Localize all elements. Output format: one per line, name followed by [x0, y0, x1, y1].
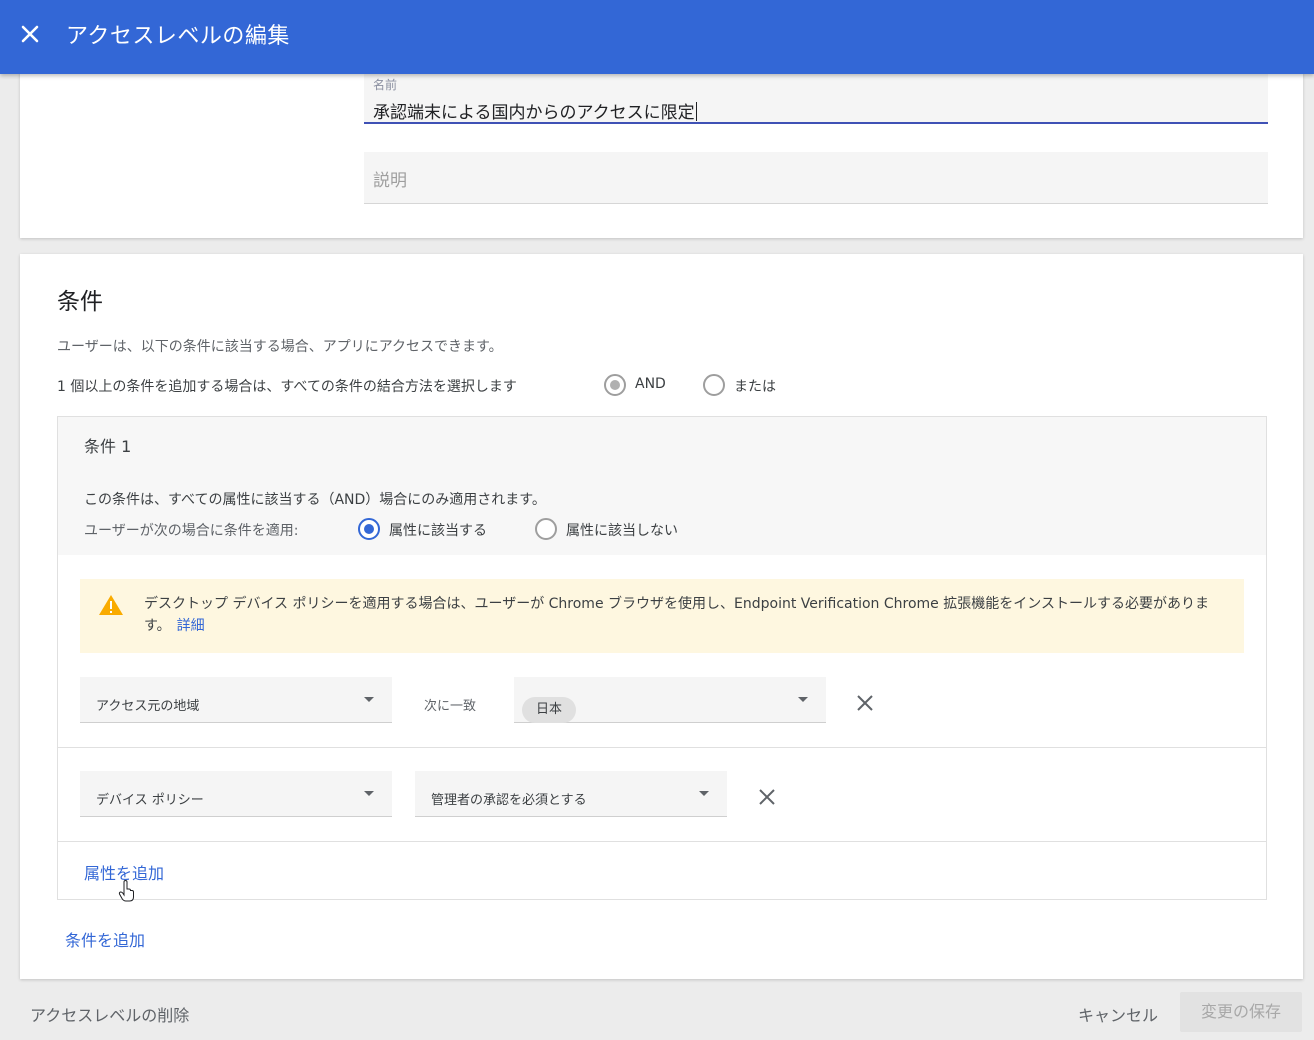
save-button[interactable]: 変更の保存 — [1180, 992, 1302, 1032]
add-condition-link[interactable]: 条件を追加 — [65, 927, 145, 951]
value-select-country[interactable]: 日本 — [514, 677, 826, 723]
warning-icon — [98, 593, 124, 617]
radio-not-match-label[interactable]: 属性に該当しない — [566, 520, 678, 540]
dropdown-arrow-icon — [798, 697, 808, 702]
name-field-value[interactable]: 承認端末による国内からのアクセスに限定 — [373, 98, 697, 123]
text-cursor — [695, 102, 697, 121]
attribute-select-device-policy[interactable]: デバイス ポリシー — [80, 771, 392, 817]
details-card: 名前 承認端末による国内からのアクセスに限定 説明 — [20, 60, 1303, 238]
remove-attribute-icon[interactable] — [755, 785, 779, 809]
divider — [58, 841, 1266, 842]
radio-dot — [610, 380, 620, 390]
details-link[interactable]: 詳細 — [177, 618, 205, 634]
warning-text: デスクトップ デバイス ポリシーを適用する場合は、ユーザーが Chrome ブラ… — [144, 596, 1209, 634]
divider — [58, 747, 1266, 748]
name-field-label: 名前 — [373, 78, 398, 92]
condition-1-box: 条件 1 この条件は、すべての属性に該当する（AND）場合にのみ適用されます。 … — [57, 416, 1267, 902]
cancel-button[interactable]: キャンセル — [1078, 1002, 1158, 1026]
attribute-select-value: デバイス ポリシー — [96, 793, 204, 808]
value-chip[interactable]: 日本 — [522, 697, 577, 723]
radio-not-match[interactable] — [535, 518, 557, 540]
radio-and-label[interactable]: AND — [635, 376, 666, 392]
delete-access-level-button[interactable]: アクセスレベルの削除 — [30, 1002, 189, 1026]
radio-match[interactable] — [358, 518, 380, 540]
close-icon[interactable] — [14, 18, 46, 50]
condition-1-title: 条件 1 — [84, 437, 132, 456]
radio-dot — [364, 524, 374, 534]
name-field[interactable]: 名前 承認端末による国内からのアクセスに限定 — [364, 72, 1268, 124]
conditions-intro: ユーザーは、以下の条件に該当する場合、アプリにアクセスできます。 — [57, 339, 503, 355]
condition-1-description: この条件は、すべての属性に該当する（AND）場合にのみ適用されます。 — [84, 492, 546, 508]
dropdown-arrow-icon — [699, 791, 709, 796]
page-title: アクセスレベルの編集 — [66, 24, 290, 49]
conditions-card: 条件 ユーザーは、以下の条件に該当する場合、アプリにアクセスできます。 1 個以… — [20, 254, 1303, 979]
warning-banner: デスクトップ デバイス ポリシーを適用する場合は、ユーザーが Chrome ブラ… — [80, 579, 1244, 653]
condition-1-header: 条件 1 この条件は、すべての属性に該当する（AND）場合にのみ適用されます。 … — [58, 417, 1266, 555]
attribute-select-region[interactable]: アクセス元の地域 — [80, 677, 392, 723]
dropdown-arrow-icon — [364, 791, 374, 796]
app-bar: アクセスレベルの編集 — [0, 0, 1314, 74]
radio-or-label[interactable]: または — [734, 376, 776, 396]
remove-attribute-icon[interactable] — [853, 691, 877, 715]
operator-label: 次に一致 — [424, 699, 477, 714]
description-placeholder: 説明 — [373, 171, 407, 191]
conditions-title: 条件 — [57, 289, 103, 315]
description-field[interactable]: 説明 — [364, 152, 1268, 204]
value-select-device-policy[interactable]: 管理者の承認を必須とする — [415, 771, 727, 817]
radio-match-label[interactable]: 属性に該当する — [389, 520, 487, 540]
attribute-select-value: アクセス元の地域 — [96, 699, 200, 714]
combine-prompt: 1 個以上の条件を追加する場合は、すべての条件の結合方法を選択します — [57, 379, 517, 395]
radio-and[interactable] — [604, 374, 626, 396]
value-select-text: 管理者の承認を必須とする — [431, 793, 587, 808]
dropdown-arrow-icon — [364, 697, 374, 702]
hand-pointer-icon — [118, 879, 136, 902]
radio-or[interactable] — [703, 374, 725, 396]
apply-prompt: ユーザーが次の場合に条件を適用: — [84, 523, 299, 539]
